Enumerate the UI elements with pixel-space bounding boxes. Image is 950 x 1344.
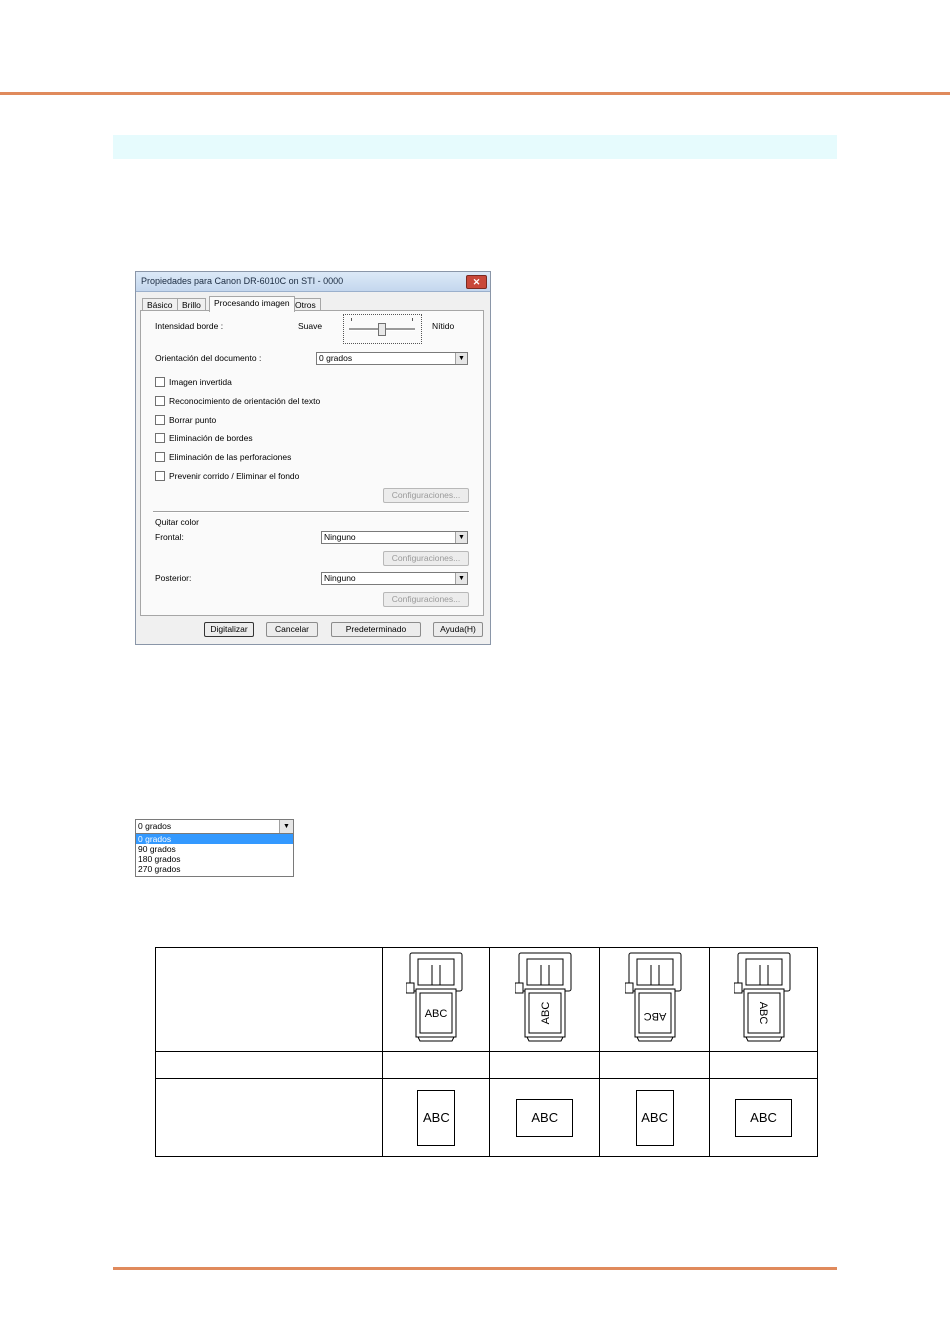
option-180[interactable]: 180 grados (136, 854, 293, 864)
punch-removal-label: Eliminación de las perforaciones (169, 452, 292, 462)
soft-label: Suave (298, 321, 323, 331)
edge-slider-thumb[interactable] (378, 323, 386, 336)
feed-label: ABC (540, 1002, 552, 1025)
front-settings-button[interactable]: Configuraciones... (383, 551, 469, 566)
scanner-feed-0-icon: ABC (405, 952, 463, 1042)
erase-dot-label: Borrar punto (169, 415, 217, 425)
cancel-button[interactable]: Cancelar (266, 622, 318, 637)
chevron-down-icon: ▼ (455, 532, 467, 543)
orientation-dropdown[interactable]: 0 grados ▼ (135, 819, 294, 834)
front-dropout-select[interactable]: Ninguno ▼ (321, 531, 468, 544)
orientation-select[interactable]: 0 grados ▼ (316, 352, 468, 365)
chevron-down-icon: ▼ (455, 573, 467, 584)
scan-button[interactable]: Digitalizar (204, 622, 254, 637)
help-button[interactable]: Ayuda(H) (433, 622, 483, 637)
table-cell (154, 947, 384, 1052)
table-cell: ABC (382, 1078, 491, 1157)
dropout-color-label: Quitar color (155, 517, 199, 527)
table-cell (154, 1051, 384, 1079)
tab-image-processing[interactable]: Procesando imagen (209, 296, 295, 312)
scanner-feed-270-icon: ABC (733, 952, 791, 1042)
output-page-portrait: ABC (417, 1089, 456, 1146)
back-label: Posterior: (155, 573, 192, 583)
chevron-down-icon: ▼ (455, 353, 467, 364)
section-divider (153, 511, 469, 513)
default-button[interactable]: Predeterminado (331, 622, 421, 637)
feed-label: ABC (757, 1002, 769, 1025)
table-row (154, 1051, 818, 1079)
slider-tick (412, 318, 413, 321)
bleed-through-label: Prevenir corrido / Eliminar el fondo (169, 471, 300, 481)
table-row: ABC ABC ABC ABC (154, 947, 818, 1052)
orientation-label: Orientación del documento : (155, 353, 262, 363)
header-rule (0, 92, 950, 95)
table-cell: ABC (709, 1078, 818, 1157)
option-90[interactable]: 90 grados (136, 844, 293, 854)
table-cell (154, 1078, 384, 1157)
slider-tick (351, 318, 352, 321)
table-cell: ABC (489, 1078, 601, 1157)
scanner-feed-90-icon: ABC (514, 952, 572, 1042)
output-page-portrait: ABC (635, 1089, 674, 1146)
back-dropout-select[interactable]: Ninguno ▼ (321, 572, 468, 585)
table-cell: ABC (709, 947, 818, 1052)
image-processing-panel: Intensidad borde : Suave Nítido Orientac… (140, 310, 484, 616)
table-cell: ABC (599, 1078, 711, 1157)
option-270[interactable]: 270 grados (136, 864, 293, 874)
orientation-dropdown-value: 0 grados (138, 821, 172, 831)
punch-removal-checkbox[interactable] (155, 452, 165, 462)
table-cell (382, 1051, 491, 1079)
table-row: ABC ABC ABC ABC (154, 1078, 818, 1157)
front-label: Frontal: (155, 532, 184, 542)
table-cell (489, 1051, 601, 1079)
chevron-down-icon: ▼ (279, 820, 293, 833)
invert-image-label: Imagen invertida (169, 377, 232, 387)
option-0[interactable]: 0 grados (136, 834, 293, 844)
sharp-label: Nítido (432, 321, 455, 331)
bleed-through-checkbox[interactable] (155, 471, 165, 481)
properties-dialog: Propiedades para Canon DR-6010C on STI -… (135, 271, 491, 645)
border-removal-checkbox[interactable] (155, 433, 165, 443)
text-orientation-label: Reconocimiento de orientación del texto (169, 396, 321, 406)
table-cell: ABC (489, 947, 601, 1052)
orientation-table: ABC ABC ABC ABC ABC ABC ABC ABC (154, 947, 818, 1157)
invert-image-checkbox[interactable] (155, 377, 165, 387)
edge-intensity-label: Intensidad borde : (155, 321, 224, 331)
table-cell: ABC (599, 947, 711, 1052)
text-orientation-checkbox[interactable] (155, 396, 165, 406)
footer-rule (113, 1267, 837, 1270)
erase-dot-checkbox[interactable] (155, 415, 165, 425)
dialog-titlebar: Propiedades para Canon DR-6010C on STI -… (136, 272, 490, 292)
section-band (113, 135, 837, 159)
feed-label: ABC (643, 1010, 666, 1022)
orientation-options: 0 grados 90 grados 180 grados 270 grados (135, 834, 294, 877)
orientation-select-value: 0 grados (319, 353, 353, 363)
border-removal-label: Eliminación de bordes (169, 433, 253, 443)
feed-label: ABC (425, 1008, 448, 1020)
back-dropout-value: Ninguno (324, 573, 356, 583)
output-page-landscape: ABC (516, 1098, 574, 1137)
table-cell (709, 1051, 818, 1079)
table-cell (599, 1051, 711, 1079)
front-dropout-value: Ninguno (324, 532, 356, 542)
back-settings-button[interactable]: Configuraciones... (383, 592, 469, 607)
dialog-title: Propiedades para Canon DR-6010C on STI -… (141, 276, 344, 286)
output-page-landscape: ABC (735, 1098, 793, 1137)
scanner-feed-180-icon: ABC (624, 952, 682, 1042)
close-icon[interactable]: ✕ (466, 275, 487, 289)
orientation-dropdown-expanded: 0 grados ▼ 0 grados 90 grados 180 grados… (135, 819, 294, 877)
settings-button[interactable]: Configuraciones... (383, 488, 469, 503)
table-cell: ABC (382, 947, 491, 1052)
